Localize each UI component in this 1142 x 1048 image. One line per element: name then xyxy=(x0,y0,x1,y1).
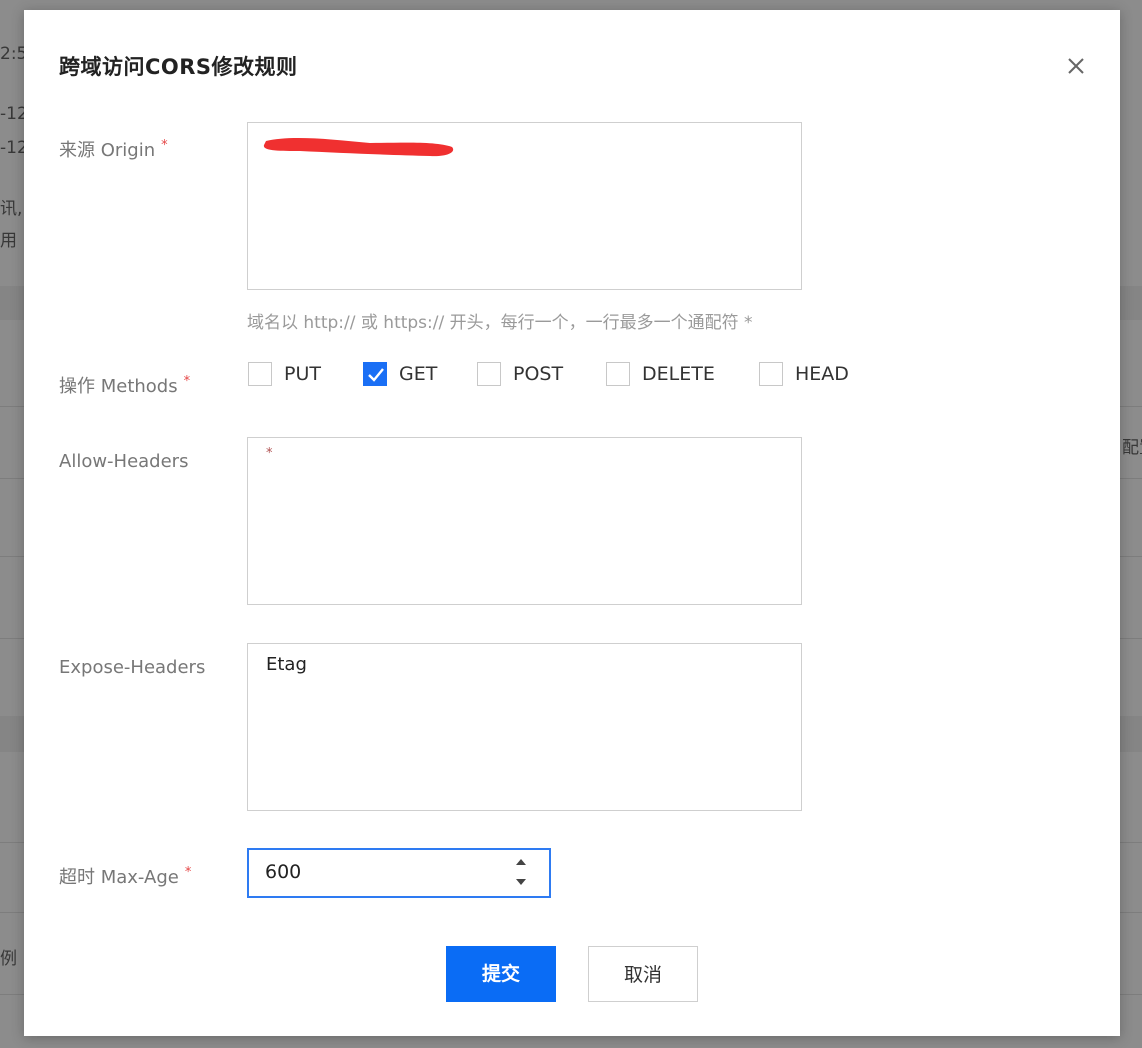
close-button[interactable] xyxy=(1062,52,1090,80)
expose-headers-value: Etag xyxy=(266,654,307,675)
method-label: HEAD xyxy=(795,363,849,385)
cors-rule-dialog: 跨域访问CORS修改规则 来源 Origin * 域名以 http:// 或 ht… xyxy=(24,10,1120,1036)
max-age-value: 600 xyxy=(265,861,302,883)
required-mark: * xyxy=(161,138,168,153)
methods-label-text: 操作 Methods xyxy=(59,376,178,397)
origin-label-text: 来源 Origin xyxy=(59,140,156,161)
allow-headers-textarea[interactable]: * xyxy=(247,437,802,605)
submit-button[interactable]: 提交 xyxy=(446,946,556,1002)
checkbox-box[interactable] xyxy=(363,362,387,386)
checkbox-box[interactable] xyxy=(759,362,783,386)
required-mark: * xyxy=(184,865,192,880)
checkbox-box[interactable] xyxy=(606,362,630,386)
triangle-up-icon xyxy=(516,859,526,865)
allow-headers-label: Allow-Headers xyxy=(59,451,189,472)
redaction-mark xyxy=(263,137,454,157)
allow-headers-value: * xyxy=(266,446,273,461)
method-label: DELETE xyxy=(642,363,715,385)
cancel-button[interactable]: 取消 xyxy=(588,946,698,1002)
required-mark: * xyxy=(183,374,191,389)
close-icon xyxy=(1068,58,1084,74)
method-label: GET xyxy=(399,363,438,385)
origin-textarea[interactable] xyxy=(247,122,802,290)
checkbox-box[interactable] xyxy=(248,362,272,386)
expose-headers-label: Expose-Headers xyxy=(59,657,206,678)
method-label: PUT xyxy=(284,363,321,385)
max-age-label-text: 超时 Max-Age xyxy=(59,867,179,888)
checkbox-box[interactable] xyxy=(477,362,501,386)
methods-label: 操作 Methods * xyxy=(59,372,190,398)
max-age-label: 超时 Max-Age * xyxy=(59,863,191,889)
number-stepper[interactable] xyxy=(509,852,533,894)
stepper-up-button[interactable] xyxy=(509,852,533,872)
origin-label: 来源 Origin * xyxy=(59,136,168,162)
triangle-down-icon xyxy=(516,879,526,885)
checkmark-icon xyxy=(368,368,384,382)
dialog-title: 跨域访问CORS修改规则 xyxy=(59,55,298,79)
stepper-down-button[interactable] xyxy=(509,873,533,893)
max-age-input[interactable]: 600 xyxy=(247,848,551,898)
expose-headers-textarea[interactable]: Etag xyxy=(247,643,802,811)
origin-hint: 域名以 http:// 或 https:// 开头，每行一个，一行最多一个通配符… xyxy=(247,313,753,333)
method-label: POST xyxy=(513,363,564,385)
